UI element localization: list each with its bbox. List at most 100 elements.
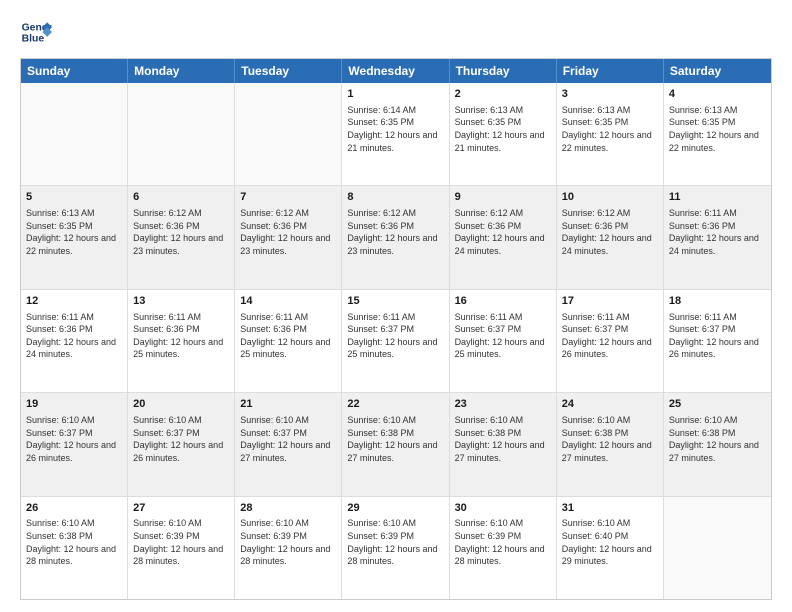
calendar-cell-day-31: 31Sunrise: 6:10 AMSunset: 6:40 PMDayligh… <box>557 497 664 599</box>
calendar-cell-day-1: 1Sunrise: 6:14 AMSunset: 6:35 PMDaylight… <box>342 83 449 185</box>
cell-info: Sunrise: 6:13 AMSunset: 6:35 PMDaylight:… <box>562 104 658 154</box>
cell-info: Sunrise: 6:11 AMSunset: 6:37 PMDaylight:… <box>562 311 658 361</box>
day-number: 10 <box>562 190 658 205</box>
day-number: 18 <box>669 294 766 309</box>
cell-info: Sunrise: 6:11 AMSunset: 6:37 PMDaylight:… <box>455 311 551 361</box>
day-number: 20 <box>133 397 229 412</box>
calendar-cell-empty <box>128 83 235 185</box>
calendar-cell-day-8: 8 Sunrise: 6:12 AMSunset: 6:36 PMDaylight… <box>342 186 449 288</box>
day-number: 26 <box>26 501 122 516</box>
day-number: 31 <box>562 501 658 516</box>
calendar-cell-day-10: 10 Sunrise: 6:12 AMSunset: 6:36 PMDayligh… <box>557 186 664 288</box>
calendar-cell-day-7: 7Sunrise: 6:12 AMSunset: 6:36 PMDaylight… <box>235 186 342 288</box>
general-blue-logo-icon: General Blue <box>20 16 52 48</box>
day-of-week-tuesday: Tuesday <box>235 59 342 83</box>
cell-info: Sunrise: 6:10 AMSunset: 6:39 PMDaylight:… <box>455 517 551 567</box>
calendar-cell-day-19: 19 Sunrise: 6:10 AMSunset: 6:37 PMDayligh… <box>21 393 128 495</box>
calendar-body: 1Sunrise: 6:14 AMSunset: 6:35 PMDaylight… <box>21 83 771 599</box>
day-number: 3 <box>562 87 658 102</box>
day-number: 1 <box>347 87 443 102</box>
calendar-row-3: 19 Sunrise: 6:10 AMSunset: 6:37 PMDayligh… <box>21 392 771 495</box>
calendar-cell-day-14: 14 Sunrise: 6:11 AMSunset: 6:36 PMDayligh… <box>235 290 342 392</box>
day-number: 19 <box>26 397 122 412</box>
day-number: 23 <box>455 397 551 412</box>
day-number: 11 <box>669 190 766 205</box>
day-number: 14 <box>240 294 336 309</box>
svg-text:Blue: Blue <box>22 34 45 45</box>
cell-info: Sunrise: 6:11 AMSunset: 6:37 PMDaylight:… <box>347 311 443 361</box>
cell-info: Sunrise: 6:10 AMSunset: 6:39 PMDaylight:… <box>133 517 229 567</box>
calendar-cell-day-9: 9 Sunrise: 6:12 AMSunset: 6:36 PMDaylight… <box>450 186 557 288</box>
day-number: 9 <box>455 190 551 205</box>
day-number: 7 <box>240 190 336 205</box>
calendar-cell-day-12: 12 Sunrise: 6:11 AMSunset: 6:36 PMDayligh… <box>21 290 128 392</box>
calendar-cell-day-26: 26Sunrise: 6:10 AMSunset: 6:38 PMDayligh… <box>21 497 128 599</box>
calendar-cell-day-28: 28Sunrise: 6:10 AMSunset: 6:39 PMDayligh… <box>235 497 342 599</box>
day-of-week-saturday: Saturday <box>664 59 771 83</box>
calendar-cell-day-6: 6Sunrise: 6:12 AMSunset: 6:36 PMDaylight… <box>128 186 235 288</box>
cell-info: Sunrise: 6:11 AMSunset: 6:36 PMDaylight:… <box>26 311 122 361</box>
cell-info: Sunrise: 6:11 AMSunset: 6:37 PMDaylight:… <box>669 311 766 361</box>
cell-info: Sunrise: 6:10 AMSunset: 6:37 PMDaylight:… <box>26 414 122 464</box>
header: General Blue <box>20 16 772 48</box>
day-number: 30 <box>455 501 551 516</box>
cell-info: Sunrise: 6:10 AMSunset: 6:39 PMDaylight:… <box>347 517 443 567</box>
cell-info: Sunrise: 6:11 AMSunset: 6:36 PMDaylight:… <box>133 311 229 361</box>
calendar-header: SundayMondayTuesdayWednesdayThursdayFrid… <box>21 59 771 83</box>
day-number: 2 <box>455 87 551 102</box>
calendar-cell-day-5: 5Sunrise: 6:13 AMSunset: 6:35 PMDaylight… <box>21 186 128 288</box>
day-number: 12 <box>26 294 122 309</box>
cell-info: Sunrise: 6:11 AMSunset: 6:36 PMDaylight:… <box>669 207 766 257</box>
calendar: SundayMondayTuesdayWednesdayThursdayFrid… <box>20 58 772 600</box>
day-number: 29 <box>347 501 443 516</box>
cell-info: Sunrise: 6:12 AMSunset: 6:36 PMDaylight:… <box>347 207 443 257</box>
page: General Blue SundayMondayTuesdayWednesda… <box>0 0 792 612</box>
cell-info: Sunrise: 6:10 AMSunset: 6:38 PMDaylight:… <box>562 414 658 464</box>
calendar-cell-day-20: 20 Sunrise: 6:10 AMSunset: 6:37 PMDayligh… <box>128 393 235 495</box>
day-of-week-wednesday: Wednesday <box>342 59 449 83</box>
calendar-cell-day-23: 23 Sunrise: 6:10 AMSunset: 6:38 PMDayligh… <box>450 393 557 495</box>
cell-info: Sunrise: 6:10 AMSunset: 6:38 PMDaylight:… <box>669 414 766 464</box>
calendar-cell-day-24: 24 Sunrise: 6:10 AMSunset: 6:38 PMDayligh… <box>557 393 664 495</box>
calendar-cell-day-22: 22Sunrise: 6:10 AMSunset: 6:38 PMDayligh… <box>342 393 449 495</box>
logo: General Blue <box>20 16 56 48</box>
cell-info: Sunrise: 6:13 AMSunset: 6:35 PMDaylight:… <box>26 207 122 257</box>
day-of-week-friday: Friday <box>557 59 664 83</box>
calendar-cell-day-21: 21 Sunrise: 6:10 AMSunset: 6:37 PMDayligh… <box>235 393 342 495</box>
cell-info: Sunrise: 6:12 AMSunset: 6:36 PMDaylight:… <box>133 207 229 257</box>
day-number: 16 <box>455 294 551 309</box>
calendar-cell-day-29: 29Sunrise: 6:10 AMSunset: 6:39 PMDayligh… <box>342 497 449 599</box>
day-number: 27 <box>133 501 229 516</box>
day-number: 28 <box>240 501 336 516</box>
day-number: 25 <box>669 397 766 412</box>
day-number: 15 <box>347 294 443 309</box>
day-of-week-monday: Monday <box>128 59 235 83</box>
day-number: 21 <box>240 397 336 412</box>
day-of-week-sunday: Sunday <box>21 59 128 83</box>
day-number: 22 <box>347 397 443 412</box>
calendar-cell-day-27: 27Sunrise: 6:10 AMSunset: 6:39 PMDayligh… <box>128 497 235 599</box>
calendar-cell-day-4: 4 Sunrise: 6:13 AMSunset: 6:35 PMDaylight… <box>664 83 771 185</box>
day-number: 24 <box>562 397 658 412</box>
cell-info: Sunrise: 6:13 AMSunset: 6:35 PMDaylight:… <box>669 104 766 154</box>
calendar-row-1: 5Sunrise: 6:13 AMSunset: 6:35 PMDaylight… <box>21 185 771 288</box>
cell-info: Sunrise: 6:12 AMSunset: 6:36 PMDaylight:… <box>562 207 658 257</box>
day-number: 4 <box>669 87 766 102</box>
calendar-cell-day-30: 30Sunrise: 6:10 AMSunset: 6:39 PMDayligh… <box>450 497 557 599</box>
cell-info: Sunrise: 6:11 AMSunset: 6:36 PMDaylight:… <box>240 311 336 361</box>
cell-info: Sunrise: 6:10 AMSunset: 6:38 PMDaylight:… <box>455 414 551 464</box>
calendar-cell-day-17: 17Sunrise: 6:11 AMSunset: 6:37 PMDayligh… <box>557 290 664 392</box>
calendar-cell-day-25: 25 Sunrise: 6:10 AMSunset: 6:38 PMDayligh… <box>664 393 771 495</box>
day-number: 8 <box>347 190 443 205</box>
calendar-row-2: 12 Sunrise: 6:11 AMSunset: 6:36 PMDayligh… <box>21 289 771 392</box>
calendar-cell-day-2: 2Sunrise: 6:13 AMSunset: 6:35 PMDaylight… <box>450 83 557 185</box>
cell-info: Sunrise: 6:12 AMSunset: 6:36 PMDaylight:… <box>455 207 551 257</box>
calendar-cell-empty <box>21 83 128 185</box>
calendar-cell-empty <box>664 497 771 599</box>
day-number: 13 <box>133 294 229 309</box>
cell-info: Sunrise: 6:10 AMSunset: 6:37 PMDaylight:… <box>240 414 336 464</box>
calendar-cell-day-18: 18 Sunrise: 6:11 AMSunset: 6:37 PMDayligh… <box>664 290 771 392</box>
cell-info: Sunrise: 6:10 AMSunset: 6:37 PMDaylight:… <box>133 414 229 464</box>
calendar-cell-day-15: 15 Sunrise: 6:11 AMSunset: 6:37 PMDayligh… <box>342 290 449 392</box>
cell-info: Sunrise: 6:10 AMSunset: 6:38 PMDaylight:… <box>26 517 122 567</box>
